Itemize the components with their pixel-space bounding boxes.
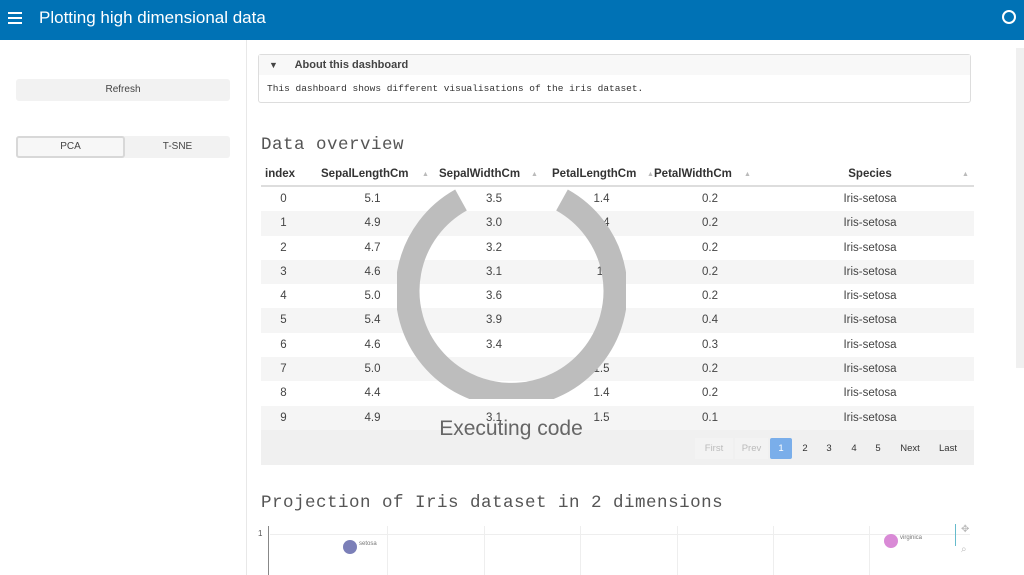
executing-overlay: Executing code xyxy=(0,0,1024,575)
executing-code-text: Executing code xyxy=(439,417,583,440)
loading-spinner-icon xyxy=(397,189,626,399)
